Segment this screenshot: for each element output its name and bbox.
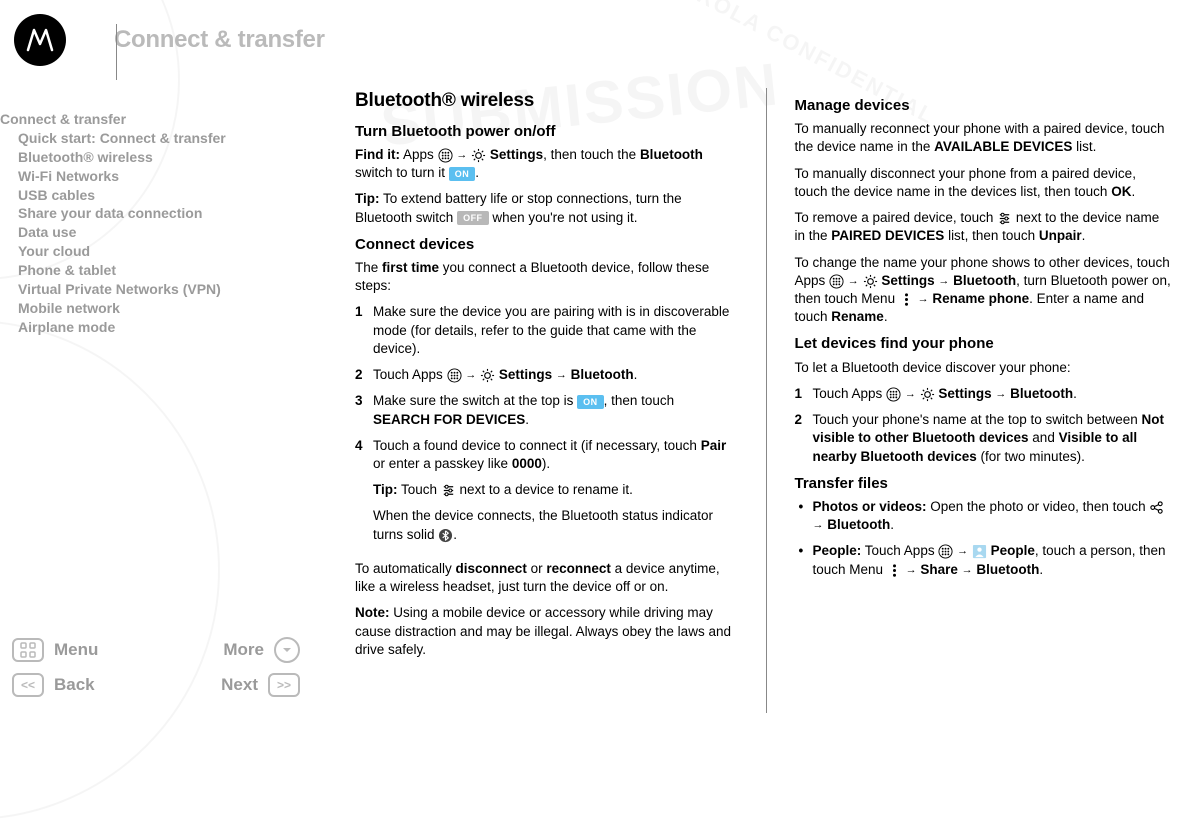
- menu-button[interactable]: Menu: [12, 638, 98, 662]
- share-icon: [1149, 500, 1164, 515]
- back-label: Back: [54, 675, 95, 695]
- column-right: Manage devices To manually reconnect you…: [795, 88, 1177, 713]
- menu-label: Menu: [54, 640, 98, 660]
- list-item: People: Touch Apps → People, touch a per…: [813, 542, 1172, 578]
- grid-icon: [12, 638, 44, 662]
- apps-icon: [829, 274, 844, 289]
- bluetooth-icon: [438, 528, 453, 543]
- toc-item[interactable]: Share your data connection: [18, 204, 330, 223]
- on-badge: ON: [449, 167, 476, 181]
- subsection-heading: Let devices find your phone: [795, 334, 1172, 354]
- toc-item[interactable]: Virtual Private Networks (VPN): [18, 280, 330, 299]
- sliders-icon: [997, 211, 1012, 226]
- settings-icon: [920, 387, 935, 402]
- apps-icon: [438, 148, 453, 163]
- subsection-heading: Connect devices: [355, 235, 732, 255]
- toc-item[interactable]: Bluetooth® wireless: [18, 148, 330, 167]
- settings-icon: [480, 368, 495, 383]
- settings-icon: [863, 274, 878, 289]
- toc-item[interactable]: Phone & tablet: [18, 261, 330, 280]
- toc-root[interactable]: Connect & transfer: [0, 110, 330, 129]
- more-label: More: [223, 640, 264, 660]
- next-button[interactable]: Next >>: [221, 673, 300, 697]
- toc-item[interactable]: Mobile network: [18, 299, 330, 318]
- toc-item[interactable]: Wi-Fi Networks: [18, 167, 330, 186]
- toc-item[interactable]: USB cables: [18, 186, 330, 205]
- people-icon: [972, 544, 987, 559]
- list-item: Make sure the switch at the top is ON, t…: [373, 392, 732, 428]
- motorola-logo: [14, 14, 66, 66]
- column-left: Bluetooth® wireless Turn Bluetooth power…: [355, 88, 738, 713]
- motorola-icon: [24, 24, 56, 56]
- on-badge: ON: [577, 395, 604, 409]
- back-button[interactable]: << Back: [12, 673, 95, 697]
- body-text: The first time you connect a Bluetooth d…: [355, 259, 732, 295]
- subsection-heading: Turn Bluetooth power on/off: [355, 122, 732, 142]
- apps-icon: [447, 368, 462, 383]
- toc-item[interactable]: Airplane mode: [18, 318, 330, 337]
- next-icon: >>: [268, 673, 300, 697]
- list-item: Touch Apps → Settings → Bluetooth.: [813, 385, 1172, 403]
- more-button[interactable]: More: [223, 637, 300, 663]
- list-item: Photos or videos: Open the photo or vide…: [813, 498, 1172, 534]
- settings-icon: [471, 148, 486, 163]
- toc-item[interactable]: Your cloud: [18, 242, 330, 261]
- page-title: Connect & transfer: [114, 26, 325, 54]
- section-heading: Bluetooth® wireless: [355, 88, 732, 114]
- toc-item[interactable]: Data use: [18, 223, 330, 242]
- chevron-down-icon: [274, 637, 300, 663]
- body-text: To automatically disconnect or reconnect…: [355, 560, 732, 596]
- menu-icon: [887, 563, 902, 578]
- body-text: To let a Bluetooth device discover your …: [795, 359, 1172, 377]
- find-it-line: Find it: Apps → Settings, then touch the…: [355, 146, 732, 182]
- table-of-contents: Connect & transfer Quick start: Connect …: [0, 110, 330, 337]
- list-item: Touch Apps → Settings → Bluetooth.: [373, 366, 732, 384]
- apps-icon: [886, 387, 901, 402]
- list-item: Touch a found device to connect it (if n…: [373, 437, 732, 552]
- next-label: Next: [221, 675, 258, 695]
- tip-paragraph: Tip: To extend battery life or stop conn…: [355, 190, 732, 226]
- menu-icon: [899, 292, 914, 307]
- body-text: To manually disconnect your phone from a…: [795, 165, 1172, 201]
- body-text: To manually reconnect your phone with a …: [795, 120, 1172, 156]
- body-text: To remove a paired device, touch next to…: [795, 209, 1172, 245]
- apps-icon: [938, 544, 953, 559]
- body-text: To change the name your phone shows to o…: [795, 254, 1172, 327]
- sliders-icon: [441, 483, 456, 498]
- subsection-heading: Transfer files: [795, 474, 1172, 494]
- toc-item[interactable]: Quick start: Connect & transfer: [18, 129, 330, 148]
- note-paragraph: Note: Using a mobile device or accessory…: [355, 604, 732, 659]
- off-badge: OFF: [457, 211, 489, 225]
- subsection-heading: Manage devices: [795, 96, 1172, 116]
- list-item: Make sure the device you are pairing wit…: [373, 303, 732, 358]
- bottom-nav: Menu More << Back Next >>: [6, 635, 306, 705]
- back-icon: <<: [12, 673, 44, 697]
- list-item: Touch your phone's name at the top to sw…: [813, 411, 1172, 466]
